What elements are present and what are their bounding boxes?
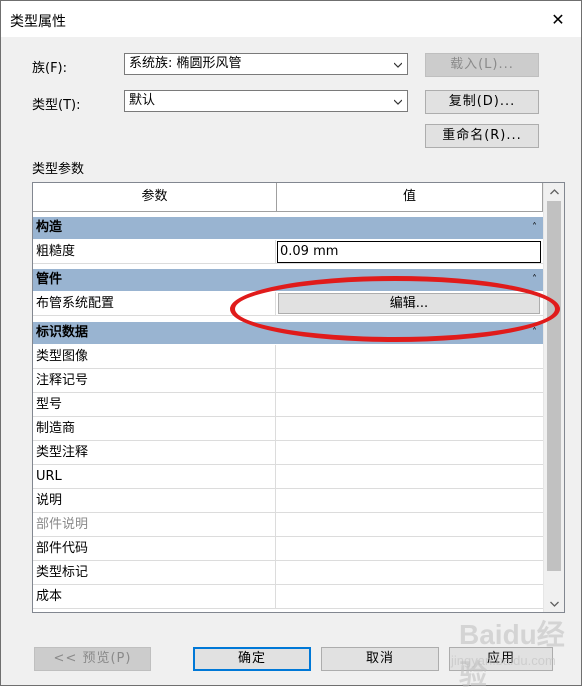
- param-value[interactable]: [276, 489, 543, 512]
- group-header-identity-data[interactable]: 标识数据 ˄: [33, 322, 543, 344]
- param-value[interactable]: [276, 585, 543, 608]
- parameter-grid: 参数 值 构造 ˄ 粗糙度 0.09 mm 管件 ˄ 布管系统配置 编辑... …: [32, 182, 565, 613]
- family-label: 族(F):: [32, 61, 68, 76]
- group-title: 构造: [36, 220, 63, 235]
- param-name: 类型图像: [33, 345, 276, 368]
- table-row[interactable]: 部件说明: [33, 513, 543, 537]
- close-button[interactable]: ✕: [535, 1, 581, 37]
- table-row[interactable]: 粗糙度 0.09 mm: [33, 240, 543, 264]
- cancel-button[interactable]: 取消: [321, 647, 439, 671]
- chevron-down-icon: [394, 62, 402, 68]
- baidu-watermark: Baidu经验 jingyan.baidu.com: [441, 611, 581, 690]
- param-name: 类型标记: [33, 561, 276, 584]
- table-row[interactable]: 注释记号: [33, 369, 543, 393]
- param-name: 类型注释: [33, 441, 276, 464]
- param-name: 部件说明: [33, 513, 276, 536]
- param-value[interactable]: [276, 465, 543, 488]
- param-name: 成本: [33, 585, 276, 608]
- param-value: [276, 513, 543, 536]
- routing-edit-button[interactable]: 编辑...: [278, 293, 540, 314]
- close-icon: ✕: [551, 9, 565, 29]
- collapse-caret-icon[interactable]: ˄: [532, 217, 537, 239]
- collapse-caret-icon[interactable]: ˄: [532, 269, 537, 291]
- param-value[interactable]: [276, 345, 543, 368]
- scroll-up-icon[interactable]: [544, 183, 564, 200]
- param-value[interactable]: [276, 537, 543, 560]
- watermark-url: jingyan.baidu.com: [451, 653, 556, 668]
- group-header-fittings[interactable]: 管件 ˄: [33, 269, 543, 291]
- family-dropdown-value: 系统族: 椭圆形风管: [129, 56, 242, 71]
- type-parameters-label: 类型参数: [32, 162, 85, 177]
- group-title: 标识数据: [36, 325, 89, 340]
- column-header-parameter[interactable]: 参数: [33, 183, 277, 212]
- group-title: 管件: [36, 272, 63, 287]
- table-row[interactable]: 类型图像: [33, 345, 543, 369]
- param-value[interactable]: [276, 441, 543, 464]
- load-button[interactable]: 载入(L)...: [425, 53, 539, 77]
- scroll-down-icon[interactable]: [544, 595, 564, 612]
- chevron-down-icon: [394, 99, 402, 105]
- type-properties-dialog: 类型属性 ✕ 族(F): 系统族: 椭圆形风管 载入(L)... 类型(T): …: [0, 0, 582, 690]
- duplicate-button[interactable]: 复制(D)...: [425, 90, 539, 114]
- table-row[interactable]: 说明: [33, 489, 543, 513]
- param-value[interactable]: [276, 561, 543, 584]
- family-dropdown[interactable]: 系统族: 椭圆形风管: [124, 53, 408, 75]
- table-row[interactable]: 布管系统配置 编辑...: [33, 292, 543, 316]
- preview-button[interactable]: << 预览(P): [34, 647, 151, 671]
- param-name: URL: [33, 465, 276, 488]
- type-dropdown[interactable]: 默认: [124, 90, 408, 112]
- param-name: 部件代码: [33, 537, 276, 560]
- table-row[interactable]: URL: [33, 465, 543, 489]
- collapse-caret-icon[interactable]: ˄: [532, 322, 537, 344]
- rename-button[interactable]: 重命名(R)...: [425, 124, 539, 148]
- param-name: 粗糙度: [33, 240, 276, 263]
- param-name: 布管系统配置: [33, 292, 276, 315]
- table-row[interactable]: 类型注释: [33, 441, 543, 465]
- param-name: 注释记号: [33, 369, 276, 392]
- ok-button[interactable]: 确定: [193, 647, 311, 671]
- param-name: 型号: [33, 393, 276, 416]
- param-name: 说明: [33, 489, 276, 512]
- table-row[interactable]: 制造商: [33, 417, 543, 441]
- title-bar: 类型属性 ✕: [1, 1, 581, 37]
- table-row[interactable]: 型号: [33, 393, 543, 417]
- scrollbar-thumb[interactable]: [547, 201, 561, 571]
- table-row[interactable]: 成本: [33, 585, 543, 609]
- param-value[interactable]: [276, 369, 543, 392]
- dialog-title: 类型属性: [10, 14, 66, 30]
- roughness-value-field[interactable]: 0.09 mm: [277, 241, 541, 263]
- type-label: 类型(T):: [32, 98, 81, 113]
- vertical-scrollbar[interactable]: [543, 183, 564, 612]
- param-value[interactable]: [276, 417, 543, 440]
- type-dropdown-value: 默认: [129, 93, 156, 108]
- table-row[interactable]: 部件代码: [33, 537, 543, 561]
- column-header-value[interactable]: 值: [277, 183, 543, 212]
- param-name: 制造商: [33, 417, 276, 440]
- group-header-construction[interactable]: 构造 ˄: [33, 217, 543, 239]
- table-row[interactable]: 类型标记: [33, 561, 543, 585]
- param-value[interactable]: [276, 393, 543, 416]
